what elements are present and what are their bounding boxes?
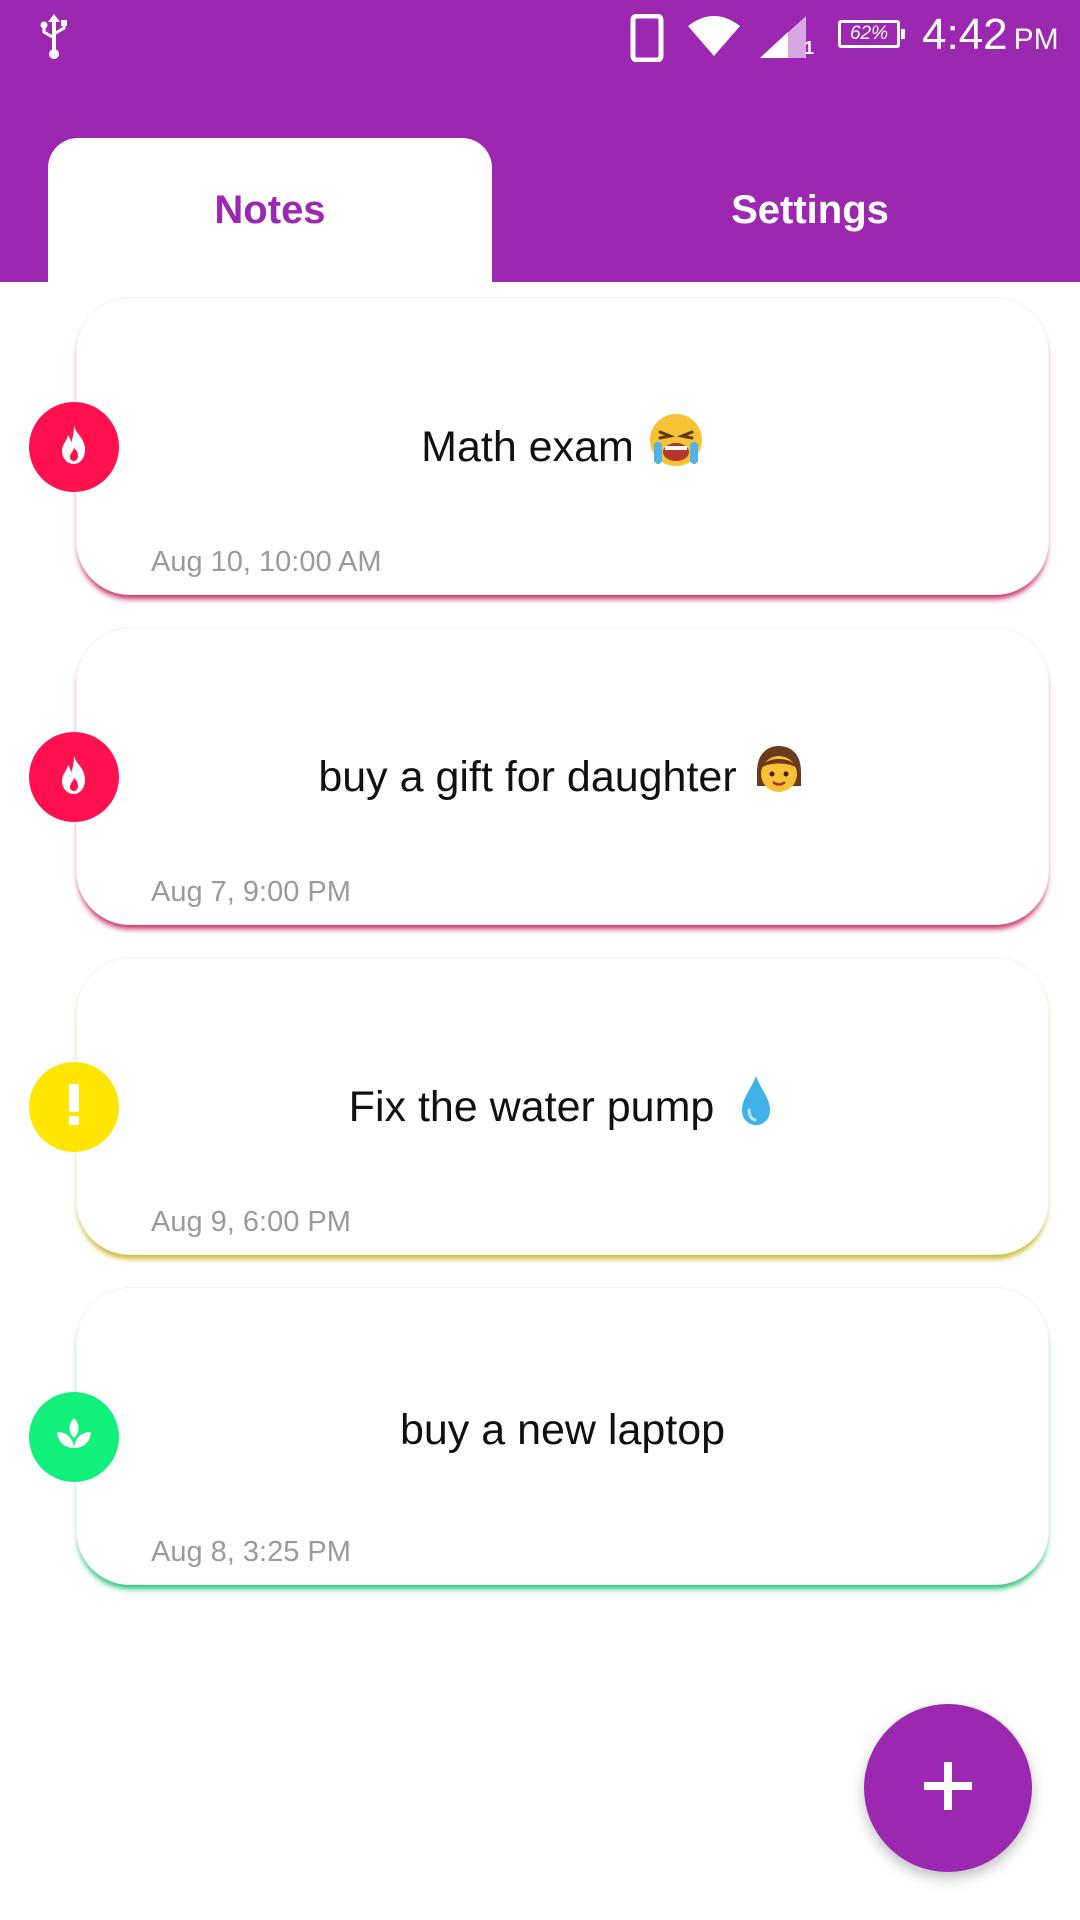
priority-badge — [29, 1392, 119, 1482]
note-card[interactable]: Fix the water pump Aug 9, 6:00 PM — [76, 957, 1049, 1255]
wifi-icon — [686, 14, 742, 58]
note-title: Math exam — [77, 414, 1048, 483]
clock-ampm: PM — [1013, 23, 1059, 56]
usb-icon — [36, 12, 72, 62]
status-clock: 4:42 PM — [922, 10, 1059, 60]
note-title: Fix the water pump — [77, 1076, 1048, 1143]
note-item[interactable]: Fix the water pump Aug 9, 6:00 PM — [29, 957, 1049, 1255]
note-date: Aug 9, 6:00 PM — [151, 1206, 351, 1238]
note-title-text: buy a gift for daughter — [318, 752, 737, 801]
fire-icon — [51, 422, 97, 473]
fire-icon — [51, 752, 97, 803]
note-card[interactable]: buy a new laptop Aug 8, 3:25 PM — [76, 1287, 1049, 1585]
tab-notes[interactable]: Notes — [48, 138, 492, 282]
note-item[interactable]: buy a gift for daughter Aug 7, 9:00 PM — [29, 627, 1049, 925]
battery-icon: 62% — [838, 20, 905, 48]
signal-icon — [758, 14, 810, 60]
tab-settings[interactable]: Settings — [588, 138, 1032, 282]
add-note-button[interactable] — [864, 1704, 1032, 1872]
notes-screen: 1 62% 4:42 PM Notes Settings Math exam A… — [0, 0, 1080, 1920]
note-title-text: Math exam — [421, 422, 634, 471]
note-date: Aug 8, 3:25 PM — [151, 1536, 351, 1568]
note-title: buy a gift for daughter — [77, 746, 1048, 813]
note-date: Aug 10, 10:00 AM — [151, 546, 382, 578]
clock-time: 4:42 — [922, 10, 1008, 59]
note-title-text: buy a new laptop — [399, 1406, 726, 1454]
priority-badge — [29, 402, 119, 492]
tab-notes-label: Notes — [214, 187, 326, 232]
app-header: 1 62% 4:42 PM Notes Settings — [0, 0, 1080, 282]
note-date: Aug 7, 9:00 PM — [151, 876, 351, 908]
status-bar: 1 62% 4:42 PM — [0, 0, 1080, 80]
note-title: buy a new laptop — [77, 1406, 1048, 1455]
crying-face-emoji — [648, 412, 704, 479]
girl-emoji — [751, 742, 807, 809]
plus-icon — [920, 1758, 976, 1819]
phone-icon — [630, 13, 664, 63]
signal-sub-label: 1 — [804, 38, 815, 58]
note-item[interactable]: buy a new laptop Aug 8, 3:25 PM — [29, 1287, 1049, 1585]
note-card[interactable]: Math exam Aug 10, 10:00 AM — [76, 297, 1049, 595]
note-card[interactable]: buy a gift for daughter Aug 7, 9:00 PM — [76, 627, 1049, 925]
note-item[interactable]: Math exam Aug 10, 10:00 AM — [29, 297, 1049, 595]
priority-badge — [29, 1062, 119, 1152]
exclamation-icon — [51, 1076, 97, 1138]
tab-settings-label: Settings — [731, 187, 889, 232]
sprout-icon — [51, 1412, 97, 1463]
note-title-text: Fix the water pump — [348, 1082, 715, 1131]
droplet-emoji — [736, 1072, 776, 1139]
priority-badge — [29, 732, 119, 822]
